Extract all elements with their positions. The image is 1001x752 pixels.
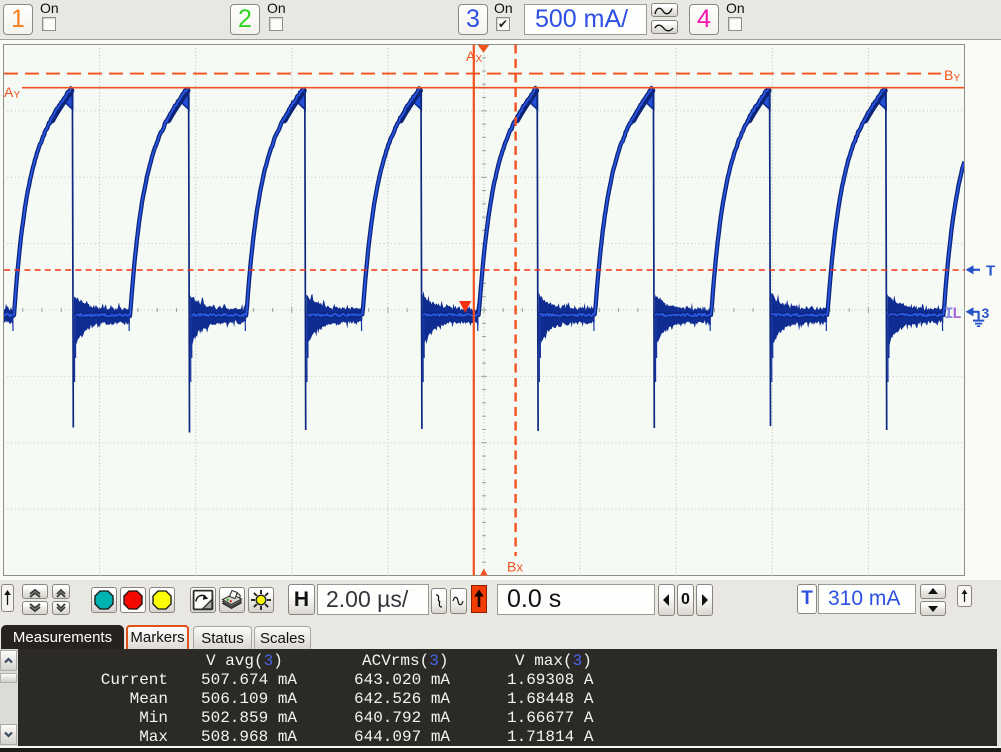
svg-text:x: x [517,560,524,575]
svg-text:B: B [944,67,953,83]
svg-text:L: L [952,305,962,323]
svg-text:B: B [507,559,516,575]
svg-text:X: X [476,54,483,65]
svg-text:T: T [986,263,995,280]
svg-text:A: A [466,48,476,64]
svg-text:A: A [4,84,14,100]
svg-text:3: 3 [982,305,990,321]
svg-text:Y: Y [954,73,961,84]
svg-text:Y: Y [14,90,21,101]
